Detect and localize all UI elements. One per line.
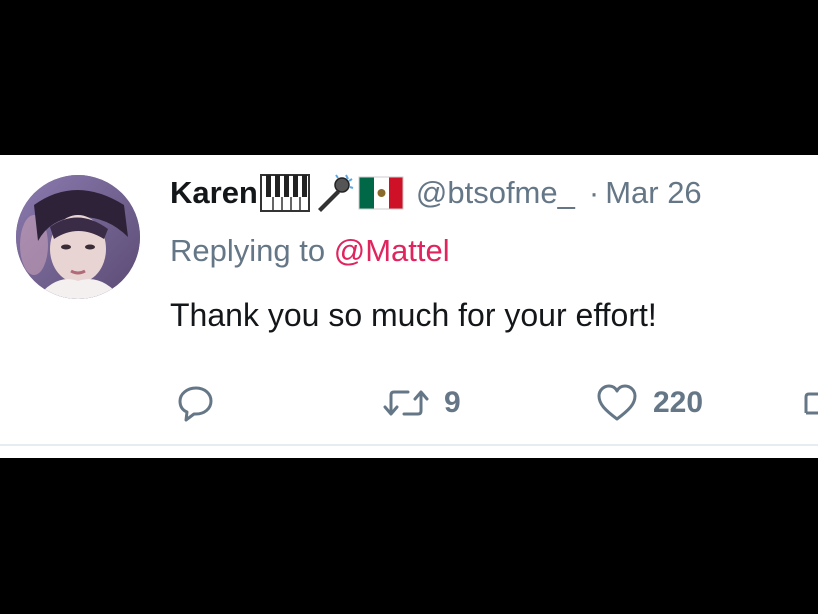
reply-prefix: Replying to xyxy=(170,233,326,268)
retweet-icon xyxy=(382,383,430,423)
heart-icon xyxy=(595,383,639,423)
separator-dot: · xyxy=(588,175,600,210)
like-count: 220 xyxy=(653,386,704,419)
replying-to: Replying to @Mattel xyxy=(170,233,450,269)
letterbox-bottom xyxy=(0,458,818,614)
letterbox-top xyxy=(0,0,818,155)
reply-icon xyxy=(176,383,216,423)
microphone-emoji xyxy=(312,173,356,213)
share-button[interactable] xyxy=(802,379,818,427)
user-handle[interactable]: @btsofme_ xyxy=(416,175,575,211)
tweet-text: Thank you so much for your effort! xyxy=(170,297,657,333)
tweet-divider xyxy=(0,444,818,446)
reply-mention-link[interactable]: @Mattel xyxy=(334,233,450,268)
tweet-actions: 9 220 xyxy=(170,379,818,427)
like-button[interactable]: 220 xyxy=(595,379,703,427)
tweet-card[interactable]: Karen @btsofme_ · Mar 26 Replying to @Ma… xyxy=(0,155,818,458)
tweet-header: Karen @btsofme_ · Mar 26 xyxy=(170,173,702,213)
piano-keys-emoji xyxy=(259,173,310,213)
retweet-count: 9 xyxy=(444,386,461,419)
avatar[interactable] xyxy=(16,175,140,299)
tweet-date[interactable]: Mar 26 xyxy=(605,175,701,211)
display-name[interactable]: Karen xyxy=(170,175,258,211)
mexico-flag-emoji xyxy=(358,176,404,210)
retweet-button[interactable]: 9 xyxy=(382,379,461,427)
share-icon xyxy=(802,383,818,423)
reply-button[interactable] xyxy=(176,379,230,427)
